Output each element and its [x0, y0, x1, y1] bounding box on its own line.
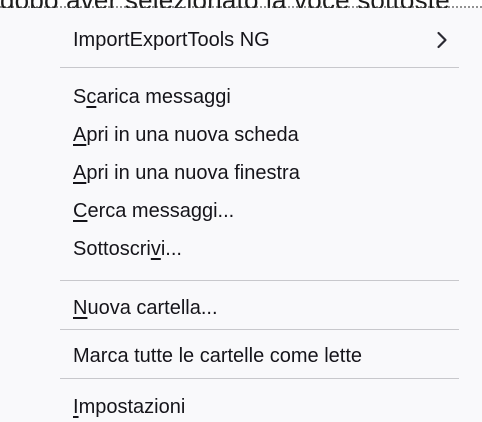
menu-separator: [60, 378, 459, 379]
menu-item-label: Impostazioni: [73, 396, 186, 418]
access-key: A: [73, 124, 87, 146]
menu-item-label: Marca tutte le cartelle come lette: [73, 345, 363, 367]
context-menu: ImportExportTools NG Scarica messaggi Ap…: [0, 8, 482, 422]
access-key: v: [150, 238, 161, 260]
chevron-right-icon: [432, 21, 452, 59]
menu-item-apri-nuova-scheda[interactable]: Apri in una nuova scheda: [0, 116, 470, 154]
menu-separator: [60, 280, 459, 281]
menu-item-nuova-cartella[interactable]: Nuova cartella...: [0, 289, 470, 327]
menu-item-label: Cerca messaggi...: [73, 200, 235, 222]
menu-item-label: ImportExportTools NG: [73, 29, 270, 51]
access-key: A: [73, 162, 87, 184]
menu-item-label: Apri in una nuova scheda: [73, 124, 299, 146]
menu-item-cerca-messaggi[interactable]: Cerca messaggi...: [0, 192, 470, 230]
menu-item-apri-nuova-finestra[interactable]: Apri in una nuova finestra: [0, 154, 470, 192]
menu-item-label: Apri in una nuova finestra: [73, 162, 300, 184]
menu-separator: [60, 329, 459, 330]
menu-item-scarica-messaggi[interactable]: Scarica messaggi: [0, 78, 470, 116]
access-key: c: [86, 86, 97, 108]
menu-item-marca-tutte-lette[interactable]: Marca tutte le cartelle come lette: [0, 337, 470, 375]
menu-separator: [60, 67, 459, 68]
access-key: N: [73, 297, 88, 319]
screenshot: dopo aver selezionato la voce sottoste I…: [0, 0, 482, 422]
menu-item-importexporttools[interactable]: ImportExportTools NG: [0, 21, 470, 59]
menu-item-label: Scarica messaggi: [73, 86, 231, 108]
menu-item-impostazioni[interactable]: Impostazioni: [0, 388, 470, 422]
access-key: C: [73, 200, 88, 222]
menu-item-label: Sottoscrivi...: [73, 238, 182, 260]
menu-item-sottoscrivi[interactable]: Sottoscrivi...: [0, 230, 470, 268]
menu-item-label: Nuova cartella...: [73, 297, 218, 319]
